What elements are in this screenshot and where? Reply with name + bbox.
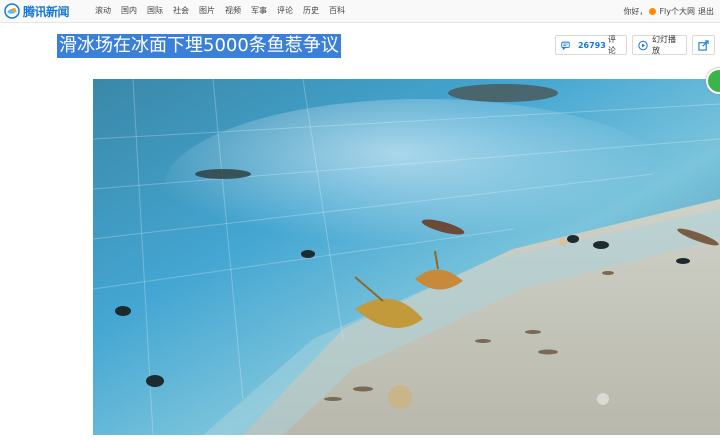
article-photo[interactable] — [93, 79, 720, 435]
qq-icon — [649, 7, 657, 15]
nav-item-encyclopedia[interactable]: 百科 — [329, 0, 345, 22]
nav-item-international[interactable]: 国际 — [147, 0, 163, 22]
share-icon — [698, 39, 709, 51]
nav-item-scroll[interactable]: 滚动 — [95, 0, 111, 22]
nav-item-pictures[interactable]: 图片 — [199, 0, 215, 22]
comment-button[interactable]: 26793 评论 — [555, 35, 627, 55]
article-title-wrap: 滑冰场在冰面下埋5000条鱼惹争议 — [57, 34, 341, 58]
nav-item-military[interactable]: 军事 — [251, 0, 267, 22]
tencent-news-logo-icon — [4, 3, 20, 19]
article-title: 滑冰场在冰面下埋5000条鱼惹争议 — [57, 34, 341, 58]
comment-label: 评论 — [607, 35, 616, 55]
play-icon — [638, 40, 648, 50]
slideshow-button[interactable]: 幻灯播放 — [631, 35, 688, 55]
nav-item-comment[interactable]: 评论 — [277, 0, 293, 22]
logout-link[interactable]: 退出 — [698, 6, 714, 17]
slideshow-label: 幻灯播放 — [651, 35, 676, 55]
nav-item-video[interactable]: 视频 — [225, 0, 241, 22]
greeting-text: 你好， — [623, 6, 648, 16]
comment-icon — [561, 41, 570, 50]
top-nav-bar: 腾讯新闻 滚动 国内 国际 社会 图片 视频 军事 评论 历史 百科 你好， F… — [0, 0, 720, 23]
user-area: 你好， Fly个大网 退出 — [620, 0, 714, 22]
nav-item-history[interactable]: 历史 — [303, 0, 319, 22]
nav-item-society[interactable]: 社会 — [173, 0, 189, 22]
share-button[interactable] — [692, 35, 715, 55]
comment-count: 26793 — [577, 40, 606, 50]
username-link[interactable]: Fly个大网 — [659, 6, 695, 17]
article-tools: 26793 评论 幻灯播放 — [555, 35, 720, 55]
channel-nav: 滚动 国内 国际 社会 图片 视频 军事 评论 历史 百科 — [95, 0, 355, 22]
logo-text: 腾讯新闻 — [23, 4, 70, 19]
site-logo[interactable]: 腾讯新闻 — [4, 2, 70, 20]
nav-item-domestic[interactable]: 国内 — [121, 0, 137, 22]
